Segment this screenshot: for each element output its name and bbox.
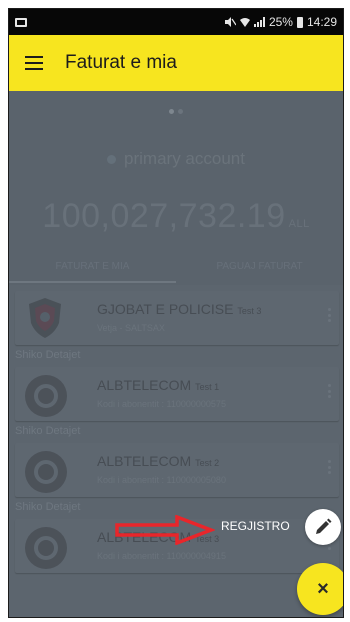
phone-screen: 25% 14:29 Faturat e mia primary account … [8,8,344,618]
bill-card[interactable]: GJOBAT E POLICISE Test 3 Vetja - SALTSAX [15,291,339,345]
tab-paguaj-faturat[interactable]: PAGUAJ FATURAT [176,251,343,283]
bill-card[interactable]: ALBTELECOM Test 2 Kodi i abonentit : 1100… [15,443,339,497]
battery-percent: 25% [268,15,293,29]
details-link[interactable]: Shiko Detajet [15,349,80,361]
bill-name: ALBTELECOM Test 1 [97,377,220,393]
account-balance: 100,027,732.19 ALL [9,197,343,236]
details-link[interactable]: Shiko Detajet [15,501,80,513]
bill-subtitle: Kodi i abonentit : 110000005080 [97,475,226,485]
register-button[interactable] [305,509,341,545]
more-vert-icon[interactable] [328,308,331,322]
tab-bar: FATURAT E MIA PAGUAJ FATURAT [9,251,343,283]
register-label[interactable]: REGJISTRO [221,519,290,533]
bill-subtitle: Kodi i abonentit : 110000004915 [97,551,226,561]
clock: 14:29 [306,15,337,29]
more-vert-icon[interactable] [328,460,331,474]
close-fab-button[interactable]: × [297,563,343,615]
menu-icon[interactable] [25,56,43,70]
account-name[interactable]: primary account [9,149,343,169]
balance-amount: 100,027,732.19 [42,197,286,235]
balance-currency: ALL [288,218,310,230]
status-bar: 25% 14:29 [9,9,343,35]
bill-subtitle: Kodi i abonentit : 110000000575 [97,399,226,409]
signal-icon [253,17,265,27]
screen-icon [15,17,27,27]
bill-card[interactable]: ALBTELECOM Test 1 Kodi i abonentit : 1100… [15,367,339,421]
bill-list: GJOBAT E POLICISE Test 3 Vetja - SALTSAX … [9,285,343,617]
tab-faturat-e-mia[interactable]: FATURAT E MIA [9,251,176,283]
status-right: 25% 14:29 [224,15,337,29]
police-shield-icon [29,298,61,338]
battery-icon [296,16,303,28]
page-title: Faturat e mia [65,52,177,73]
bill-subtitle: Vetja - SALTSAX [97,323,165,333]
account-name-label: primary account [124,149,245,168]
red-arrow-icon [115,515,215,545]
bill-name: GJOBAT E POLICISE Test 3 [97,301,262,317]
pencil-icon [316,518,332,534]
mute-icon [224,17,236,27]
app-bar: Faturat e mia [9,35,343,91]
bill-name: ALBTELECOM Test 2 [97,453,220,469]
details-link[interactable]: Shiko Detajet [15,425,80,437]
albtelecom-logo [25,451,67,493]
wifi-icon [239,18,250,27]
account-dot-icon [107,155,117,165]
pager-dots [169,109,183,114]
albtelecom-logo [25,375,67,417]
albtelecom-logo [25,527,67,569]
more-vert-icon[interactable] [328,384,331,398]
